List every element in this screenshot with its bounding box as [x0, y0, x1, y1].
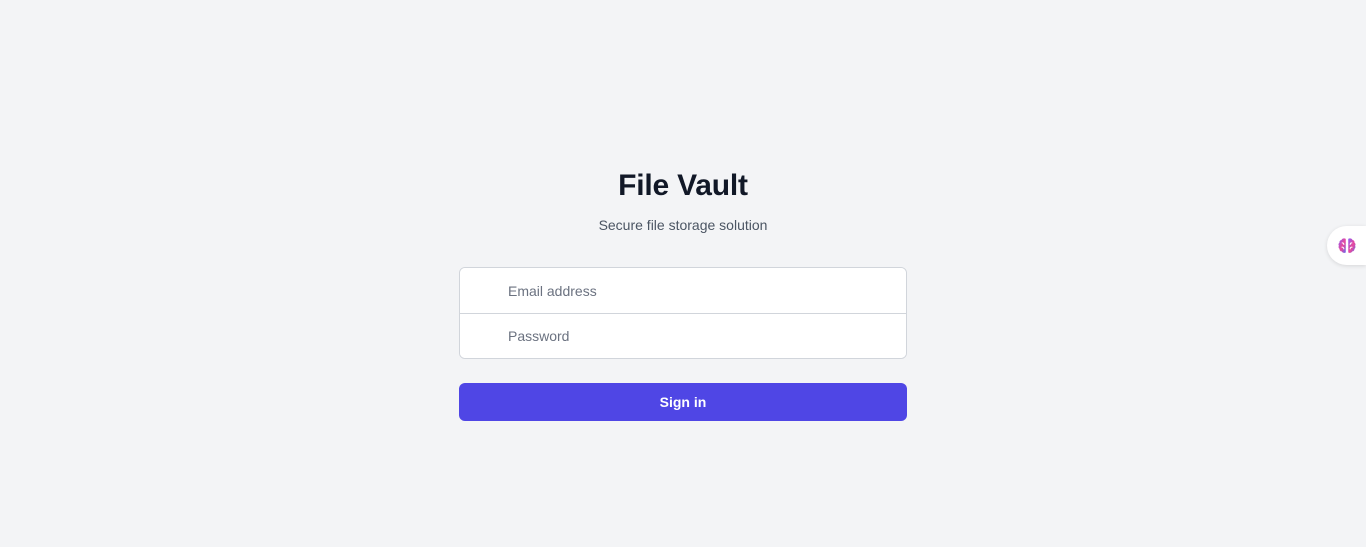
page-title: File Vault — [618, 169, 748, 202]
page-subtitle: Secure file storage solution — [598, 217, 768, 233]
assistant-widget-button[interactable] — [1327, 226, 1366, 265]
email-field[interactable] — [460, 268, 906, 313]
login-container: File Vault Secure file storage solution … — [459, 168, 907, 421]
sign-in-button[interactable]: Sign in — [459, 383, 907, 421]
password-field[interactable] — [460, 313, 906, 358]
brain-icon — [1337, 236, 1357, 256]
credentials-field-group — [459, 267, 907, 359]
